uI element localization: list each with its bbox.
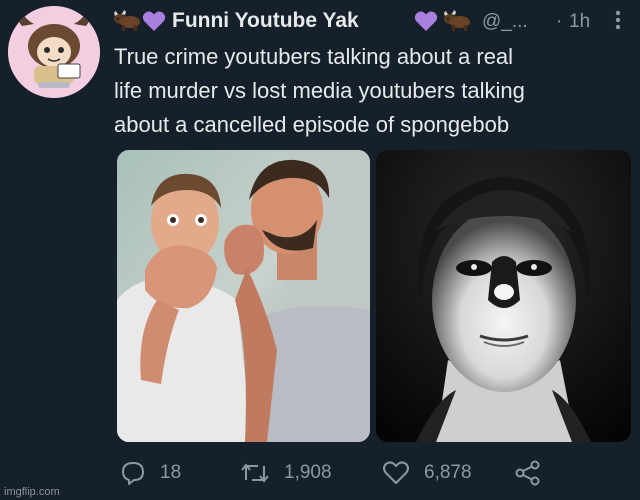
avatar[interactable] — [8, 6, 100, 98]
tweet-text-line: True crime youtubers talking about a rea… — [114, 44, 514, 69]
yak-emoji-icon — [112, 10, 140, 32]
heart-icon — [382, 460, 424, 486]
reply-button[interactable]: 18 — [120, 459, 181, 487]
tweet-text-line: about a cancelled episode of spongebob — [114, 112, 510, 137]
watermark: imgflip.com — [4, 486, 60, 498]
retweet-count: 1,908 — [284, 462, 332, 483]
reply-icon — [120, 460, 160, 486]
share-icon — [514, 460, 556, 486]
timestamp[interactable]: 1h — [569, 11, 590, 33]
share-button[interactable] — [514, 459, 556, 487]
media-image-glowing-face[interactable] — [376, 150, 631, 442]
display-name[interactable]: Funni Youtube Yak — [172, 9, 359, 33]
retweet-button[interactable]: 1,908 — [240, 459, 332, 487]
like-count: 6,878 — [424, 462, 472, 483]
tweet-text-line: life murder vs lost media youtubers talk… — [114, 78, 525, 103]
purple-heart-icon — [142, 10, 166, 32]
tweet-text: True crime youtubers talking about a rea… — [114, 40, 629, 142]
handle[interactable]: @_... — [482, 11, 528, 33]
tweet-actions: 18 1,908 6,878 — [112, 455, 632, 491]
tweet[interactable]: Funni Youtube Yak @_... · 1h True crime … — [0, 0, 640, 500]
tweet-header: Funni Youtube Yak @_... · 1h — [112, 8, 632, 34]
separator-dot: · — [556, 11, 563, 32]
more-options-icon[interactable] — [610, 8, 626, 34]
reply-count: 18 — [160, 462, 182, 483]
yak-emoji-icon — [442, 10, 470, 32]
media-image-whispering-men[interactable] — [117, 150, 370, 442]
like-button[interactable]: 6,878 — [382, 459, 472, 487]
purple-heart-icon — [414, 10, 438, 32]
retweet-icon — [240, 460, 284, 486]
